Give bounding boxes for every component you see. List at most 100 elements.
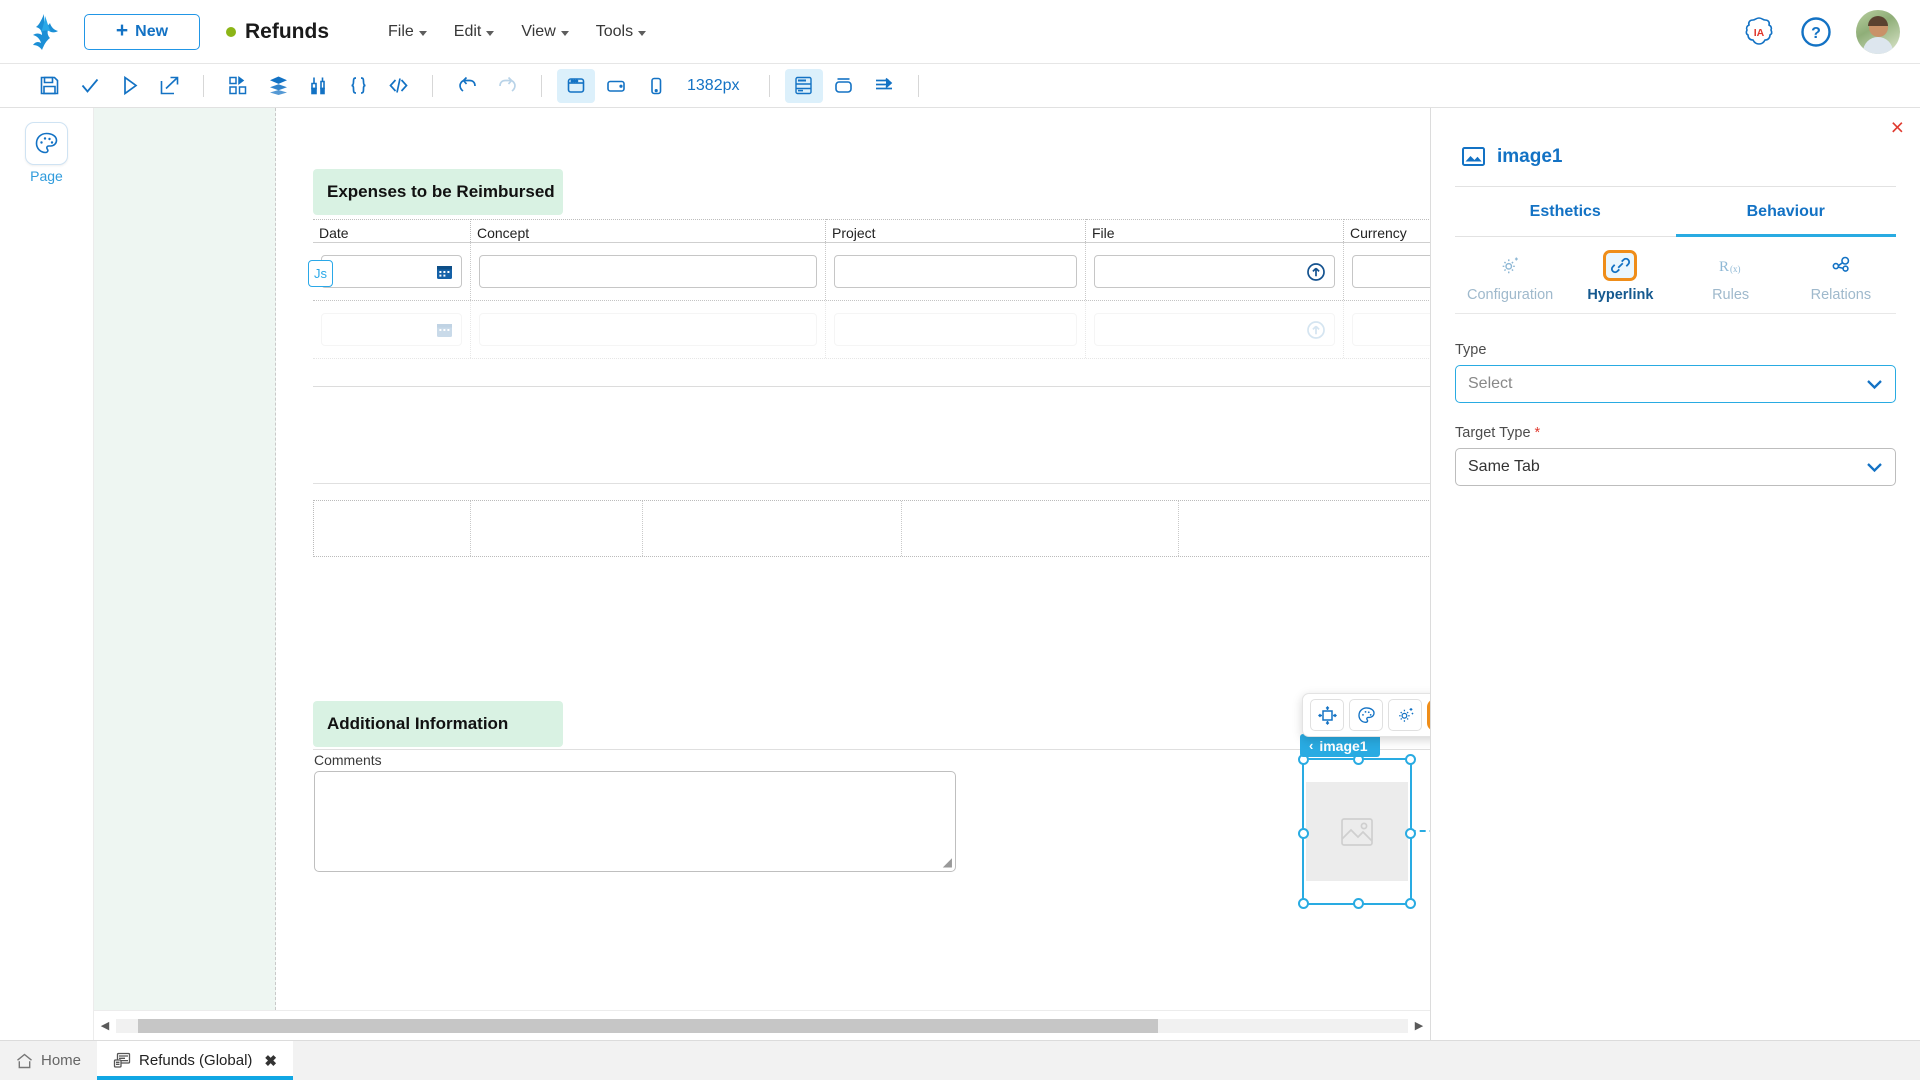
target-type-select[interactable]: Same Tab bbox=[1455, 448, 1896, 486]
avatar[interactable] bbox=[1856, 9, 1900, 54]
move-element-button[interactable] bbox=[1310, 699, 1344, 731]
bottom-tab-home[interactable]: Home bbox=[0, 1041, 97, 1080]
tab-esthetics[interactable]: Esthetics bbox=[1455, 187, 1676, 237]
validate-button[interactable] bbox=[70, 69, 108, 103]
canvas-area: Expenses to be Reimbursed Js Date Concep… bbox=[94, 108, 1430, 1040]
new-button[interactable]: + New bbox=[84, 13, 200, 50]
empty-cell[interactable] bbox=[643, 501, 902, 556]
mobile-view-button[interactable] bbox=[637, 69, 675, 103]
scroll-thumb[interactable] bbox=[138, 1018, 1158, 1033]
run-button[interactable] bbox=[110, 69, 148, 103]
pens-tools-button[interactable] bbox=[299, 69, 337, 103]
form-layout-button[interactable] bbox=[784, 68, 823, 103]
resize-handle-ne[interactable] bbox=[1405, 754, 1416, 765]
panel-tabs: Esthetics Behaviour bbox=[1455, 187, 1896, 237]
empty-cell[interactable] bbox=[471, 501, 643, 556]
align-distribute-button[interactable] bbox=[865, 69, 903, 103]
chevron-down-icon bbox=[1866, 462, 1883, 473]
layers-button[interactable] bbox=[259, 69, 297, 103]
tab-esthetics-label: Esthetics bbox=[1529, 203, 1601, 220]
tab-behaviour[interactable]: Behaviour bbox=[1675, 187, 1896, 237]
scroll-right-arrow[interactable]: ▶ bbox=[1408, 1019, 1430, 1032]
selected-image-element[interactable] bbox=[1298, 754, 1416, 909]
upload-circle-icon[interactable] bbox=[1306, 320, 1326, 340]
empty-cell[interactable] bbox=[314, 501, 472, 556]
hyperlink-button[interactable] bbox=[1427, 699, 1430, 731]
menu-file-label: File bbox=[388, 22, 414, 40]
element-label-badge[interactable]: ‹ image1 bbox=[1300, 734, 1380, 757]
date-field[interactable] bbox=[321, 255, 462, 288]
subtab-relations[interactable]: Relations bbox=[1786, 250, 1896, 313]
widgets-button[interactable] bbox=[219, 69, 257, 103]
container-button[interactable] bbox=[825, 69, 863, 103]
currency-field[interactable] bbox=[1352, 313, 1430, 346]
currency-field[interactable] bbox=[1352, 255, 1430, 288]
bizagi-logo-icon[interactable] bbox=[24, 11, 66, 53]
date-field[interactable] bbox=[321, 313, 462, 346]
scroll-left-arrow[interactable]: ◀ bbox=[94, 1019, 116, 1032]
configuration-button[interactable] bbox=[1388, 699, 1422, 731]
resize-handle-se[interactable] bbox=[1405, 898, 1416, 909]
empty-cell[interactable] bbox=[902, 501, 1179, 556]
horizontal-scrollbar[interactable]: ◀ ▶ bbox=[94, 1010, 1430, 1040]
empty-cell[interactable] bbox=[1179, 501, 1430, 556]
rail-item-page[interactable]: Page bbox=[25, 122, 68, 184]
subtab-rules[interactable]: R (x) Rules bbox=[1676, 250, 1786, 313]
rx-expression-icon: R (x) bbox=[1714, 250, 1748, 281]
save-button[interactable] bbox=[30, 69, 68, 103]
subtab-configuration-label: Configuration bbox=[1467, 287, 1554, 303]
section-header-expenses[interactable]: Expenses to be Reimbursed bbox=[313, 169, 563, 215]
ia-badge-icon[interactable]: IA bbox=[1742, 15, 1776, 49]
resize-handle-sw[interactable] bbox=[1298, 898, 1309, 909]
type-select[interactable]: Select bbox=[1455, 365, 1896, 403]
file-field[interactable] bbox=[1094, 313, 1335, 346]
undo-button[interactable] bbox=[448, 69, 486, 103]
calendar-icon[interactable] bbox=[436, 263, 453, 280]
scroll-track[interactable] bbox=[116, 1018, 1408, 1033]
comments-input[interactable]: ◢ bbox=[314, 771, 956, 872]
styles-button[interactable] bbox=[1349, 699, 1383, 731]
menu-file[interactable]: File bbox=[377, 16, 438, 48]
chevron-left-icon[interactable]: ‹ bbox=[1309, 738, 1313, 753]
resize-handle-w[interactable] bbox=[1298, 828, 1309, 839]
app-root: + New Refunds File Edit View Tools IA ? … bbox=[0, 0, 1920, 1080]
js-badge[interactable]: Js bbox=[308, 260, 333, 287]
svg-text:(x): (x) bbox=[1730, 264, 1741, 274]
help-circle-icon[interactable]: ? bbox=[1800, 16, 1832, 48]
expression-button[interactable] bbox=[339, 69, 377, 103]
code-button[interactable] bbox=[379, 69, 417, 103]
upload-circle-icon[interactable] bbox=[1306, 262, 1326, 282]
section-header-additional[interactable]: Additional Information bbox=[313, 701, 563, 747]
resize-handle-s[interactable] bbox=[1353, 898, 1364, 909]
field-group-target-type: Target Type * Same Tab bbox=[1455, 425, 1896, 486]
menu-edit[interactable]: Edit bbox=[443, 16, 506, 48]
tablet-view-button[interactable] bbox=[597, 69, 635, 103]
chevron-down-icon bbox=[1866, 379, 1883, 390]
table-row[interactable] bbox=[313, 301, 1430, 359]
empty-grid-row[interactable] bbox=[313, 500, 1430, 557]
desktop-view-button[interactable] bbox=[557, 68, 595, 103]
menu-tools[interactable]: Tools bbox=[585, 16, 657, 48]
calendar-icon[interactable] bbox=[436, 321, 453, 338]
bottom-tab-refunds[interactable]: Refunds (Global) ✖ bbox=[97, 1041, 293, 1080]
chevron-down-icon bbox=[418, 30, 427, 36]
subtab-configuration[interactable]: Configuration bbox=[1455, 250, 1565, 313]
subtab-hyperlink[interactable]: Hyperlink bbox=[1565, 250, 1675, 313]
menu-view[interactable]: View bbox=[510, 16, 579, 48]
resize-handle-e[interactable] bbox=[1405, 828, 1416, 839]
toolbar-divider bbox=[203, 74, 204, 97]
share-button[interactable] bbox=[150, 69, 188, 103]
file-field[interactable] bbox=[1094, 255, 1335, 288]
close-panel-button[interactable]: × bbox=[1891, 116, 1904, 139]
design-page[interactable]: Expenses to be Reimbursed Js Date Concep… bbox=[276, 108, 1430, 1010]
hyperlink-form: Type Select Target Type * Same Tab bbox=[1431, 314, 1920, 508]
target-type-label-text: Target Type bbox=[1455, 425, 1531, 441]
project-field[interactable] bbox=[834, 255, 1077, 288]
project-field[interactable] bbox=[834, 313, 1077, 346]
resize-handle-icon[interactable]: ◢ bbox=[943, 855, 952, 869]
table-row[interactable] bbox=[313, 243, 1430, 301]
redo-button[interactable] bbox=[488, 69, 526, 103]
close-x-icon[interactable]: ✖ bbox=[264, 1052, 277, 1070]
concept-field[interactable] bbox=[479, 255, 817, 288]
concept-field[interactable] bbox=[479, 313, 817, 346]
